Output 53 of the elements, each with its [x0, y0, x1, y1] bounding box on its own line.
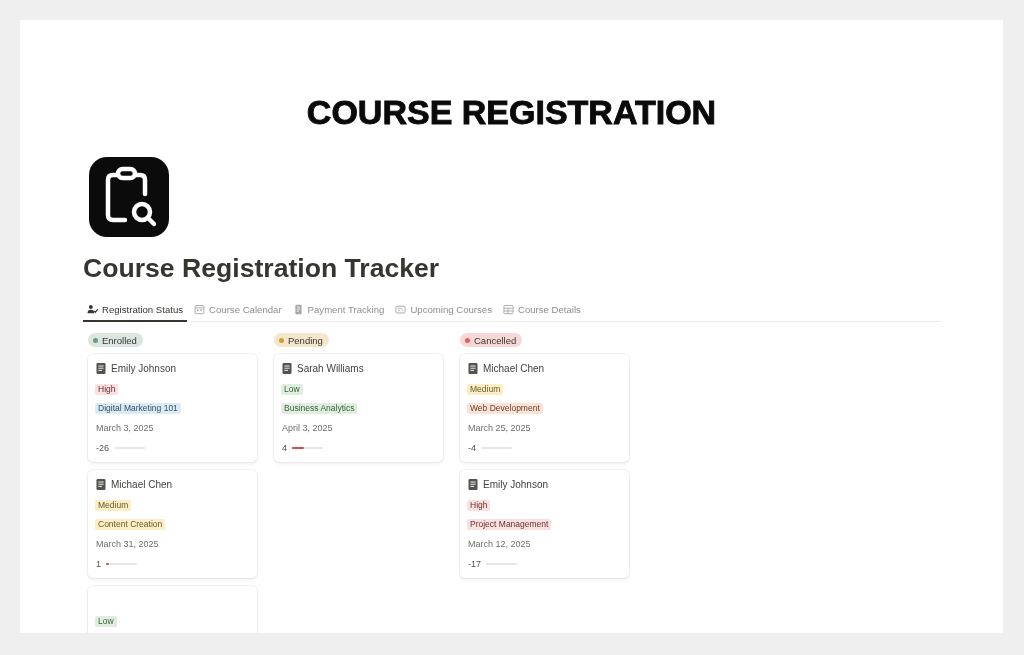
view-tab[interactable]: Upcoming Courses	[391, 299, 496, 322]
registration-card[interactable]: Michael Chen Medium Content Creation March 31, 2025 1	[88, 470, 257, 578]
page-icon	[96, 362, 106, 374]
date-text: March 12, 2025	[468, 539, 531, 549]
status-label: Cancelled	[474, 334, 517, 346]
course-tag: Content Creation	[95, 519, 166, 530]
date-text: March 25, 2025	[468, 423, 531, 433]
course-tag: Project Management	[467, 519, 552, 530]
student-name: Emily Johnson	[483, 478, 549, 490]
status-label: Enrolled	[102, 334, 137, 346]
page-icon	[468, 362, 478, 374]
user-check-icon	[87, 304, 98, 315]
priority-tag: Medium	[95, 500, 132, 511]
date-text: March 31, 2025	[96, 539, 159, 549]
banner-title: COURSE REGISTRATION	[306, 92, 717, 133]
priority-tag: Low	[95, 616, 117, 627]
document-icon	[292, 304, 304, 315]
view-tab[interactable]: Course Details	[499, 299, 585, 322]
registration-card[interactable]: Emily Johnson High Digital Marketing 101 March 3, 2025 -26	[88, 354, 257, 462]
page-icon	[96, 478, 106, 490]
date-text: April 3, 2025	[282, 423, 333, 433]
course-tag: Business Analytics	[281, 403, 358, 414]
table-icon	[503, 304, 514, 315]
view-tab[interactable]: Registration Status	[83, 299, 188, 322]
registration-card[interactable]: Michael Chen Medium Web Development March 25, 2025 -4	[460, 354, 629, 462]
student-name: Emily Johnson	[111, 362, 177, 374]
page-icon	[468, 478, 478, 490]
priority-tag: High	[95, 384, 119, 395]
page-title: Course Registration Tracker	[83, 252, 440, 284]
progress-value: 4	[282, 443, 287, 453]
calendar-icon	[194, 304, 206, 315]
registration-card[interactable]: Sarah Williams Low Business Analytics April 3, 2025 4	[274, 354, 443, 462]
page-icon	[282, 362, 292, 374]
registration-card[interactable]: Low	[88, 586, 257, 633]
clipboard-search-icon	[89, 157, 169, 237]
date-text: March 3, 2025	[96, 423, 154, 433]
registration-card[interactable]: Emily Johnson High Project Management March 12, 2025 -17	[460, 470, 629, 578]
priority-tag: Medium	[467, 384, 504, 395]
progress-value: 1	[96, 559, 101, 569]
progress-value: -17	[468, 559, 481, 569]
progress-value: -26	[96, 443, 109, 453]
priority-tag: Low	[281, 384, 303, 395]
student-name: Michael Chen	[483, 362, 545, 374]
student-name: Michael Chen	[111, 478, 173, 490]
course-tag: Web Development	[467, 403, 543, 414]
priority-tag: High	[467, 500, 491, 511]
course-tag: Digital Marketing 101	[95, 403, 181, 414]
status-label: Pending	[288, 334, 323, 346]
student-name: Sarah Williams	[297, 362, 364, 374]
view-tab[interactable]: Payment Tracking	[288, 299, 389, 322]
card-icon	[395, 304, 407, 315]
progress-value: -4	[468, 443, 476, 453]
view-tab[interactable]: Course Calendar	[190, 299, 286, 322]
